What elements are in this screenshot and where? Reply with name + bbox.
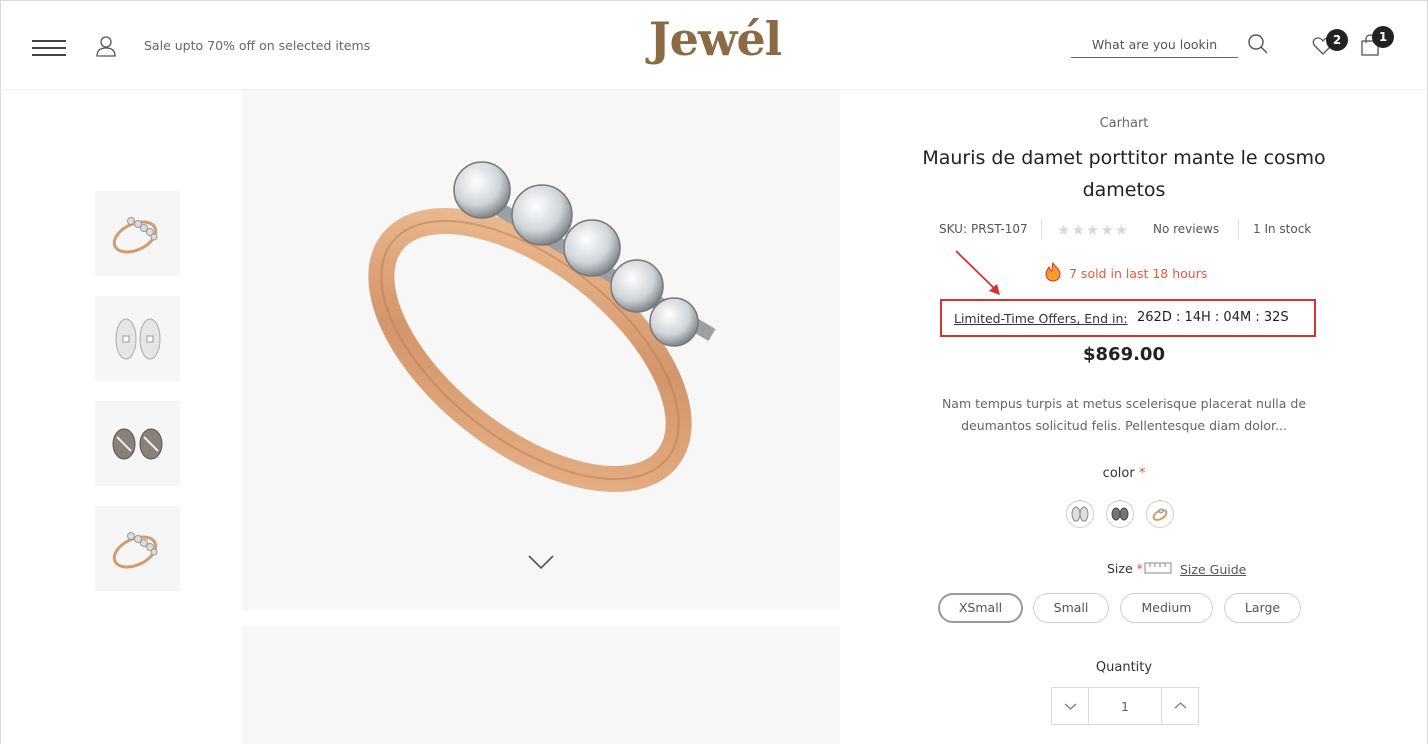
required-mark: * — [1138, 466, 1146, 481]
sold-recently-text: 7 sold in last 18 hours — [1069, 266, 1208, 281]
search-icon[interactable] — [1247, 33, 1269, 55]
ring-icon — [1152, 508, 1168, 521]
menu-icon[interactable] — [32, 40, 66, 56]
product-title: Mauris de damet porttitor mante le cosmo… — [922, 147, 1326, 201]
color-label-text: color — [1102, 466, 1135, 481]
sku-value: PRST-107 — [971, 222, 1028, 236]
cart-count-badge: 1 — [1372, 26, 1394, 48]
size-option-xsmall[interactable]: XSmall — [938, 593, 1023, 623]
chevron-up-icon — [1174, 702, 1187, 709]
size-option-medium[interactable]: Medium — [1120, 593, 1213, 623]
ring-thumbnail — [112, 217, 158, 254]
quantity-increase-button[interactable] — [1161, 688, 1198, 724]
ring-image — [368, 161, 716, 492]
sku-label: SKU: — [939, 222, 967, 236]
color-swatch-silver[interactable] — [1066, 500, 1094, 528]
fire-icon — [1045, 262, 1061, 282]
size-option-small[interactable]: Small — [1033, 593, 1109, 623]
color-label: color * — [900, 466, 1348, 481]
required-mark: * — [1136, 561, 1143, 576]
color-swatch-ring[interactable] — [1146, 500, 1174, 528]
thumbnail-ring-alt[interactable] — [95, 506, 180, 591]
quantity-label: Quantity — [1095, 660, 1153, 675]
wishlist-count-badge: 2 — [1326, 29, 1348, 51]
thumbnail-silver-earrings[interactable] — [95, 296, 180, 381]
reviews-count: No reviews — [1153, 222, 1220, 236]
divider — [1041, 218, 1042, 240]
size-option-large[interactable]: Large — [1224, 593, 1301, 623]
product-secondary-image[interactable] — [242, 626, 840, 744]
thumbnail-striped-earrings[interactable] — [95, 401, 180, 486]
offer-countdown: 262D : 14H : 04M : 32S — [1137, 310, 1289, 325]
offer-label: Limited-Time Offers, End in: — [954, 311, 1128, 326]
search-field[interactable] — [1071, 34, 1238, 58]
quantity-decrease-button[interactable] — [1052, 688, 1089, 724]
size-label: Size * — [1107, 561, 1143, 576]
divider — [1238, 218, 1239, 240]
chevron-down-icon — [1064, 703, 1077, 710]
product-main-image[interactable] — [242, 90, 840, 610]
striped-earrings-thumbnail — [112, 428, 163, 460]
promo-text: Sale upto 70% off on selected items — [144, 38, 371, 53]
annotation-arrow-icon — [955, 250, 1000, 295]
striped-earrings-icon — [1111, 507, 1129, 521]
rating-stars[interactable]: ★★★★★ — [1057, 221, 1129, 239]
thumbnail-ring[interactable] — [95, 191, 180, 276]
product-price: $869.00 — [1083, 344, 1165, 365]
product-vendor[interactable]: Carhart — [900, 116, 1348, 131]
stock-status: 1 In stock — [1253, 222, 1312, 236]
silver-earrings-icon — [1071, 506, 1089, 522]
silver-earrings-thumbnail — [115, 318, 161, 360]
search-input[interactable] — [1071, 35, 1238, 52]
site-header: Sale upto 70% off on selected items Jewé… — [0, 0, 1428, 90]
product-description: Nam tempus turpis at metus scelerisque p… — [941, 396, 1307, 433]
color-swatch-striped[interactable] — [1106, 500, 1134, 528]
quantity-stepper — [1051, 687, 1199, 725]
chevron-down-icon[interactable] — [526, 552, 556, 572]
ring-thumbnail — [112, 532, 158, 569]
quantity-input[interactable] — [1089, 688, 1161, 724]
ruler-icon[interactable] — [1144, 562, 1172, 574]
size-label-text: Size — [1107, 561, 1133, 576]
size-guide-link[interactable]: Size Guide — [1180, 562, 1246, 577]
site-logo[interactable]: Jewél — [630, 12, 800, 66]
user-icon[interactable] — [95, 35, 117, 57]
